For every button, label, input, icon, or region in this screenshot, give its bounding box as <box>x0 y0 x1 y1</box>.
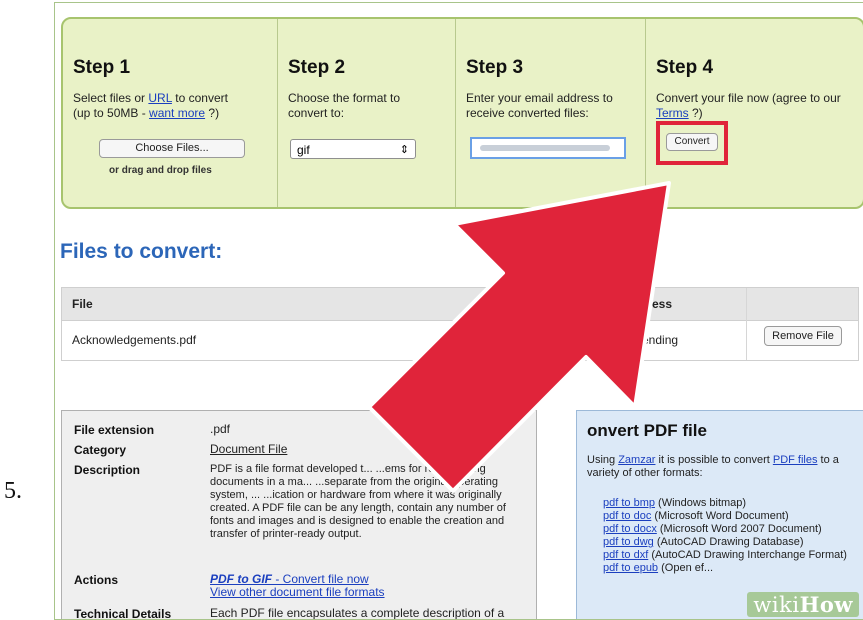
wikihow-watermark: wikiHow <box>747 592 859 617</box>
screenshot-frame: Step 1 Select files or URL to convert (up… <box>54 2 863 620</box>
pointer-arrow-icon <box>367 181 671 493</box>
step-number: 5. <box>4 478 22 504</box>
